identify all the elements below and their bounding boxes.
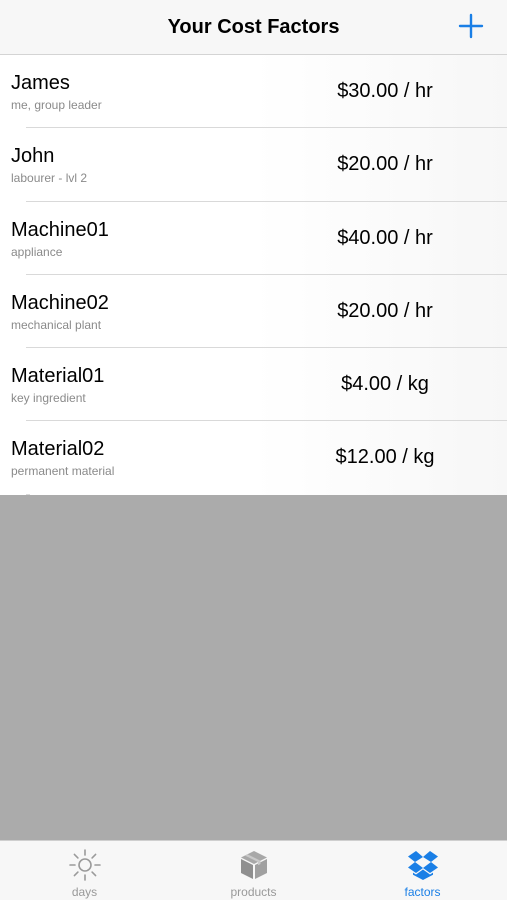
factor-rate: $40.00 / hr [337, 226, 433, 249]
factor-rate: $30.00 / hr [337, 80, 433, 102]
factor-rate: $20.00 / hr [337, 153, 433, 176]
list-item[interactable]: Material01 key ingredient $4.00 / kg [0, 348, 507, 422]
box-icon [240, 851, 267, 879]
list-item[interactable]: Material02 permanent material $12.00 / k… [0, 421, 507, 495]
factor-subtitle: me, group leader [11, 98, 102, 112]
factor-name: John [11, 145, 55, 168]
factor-subtitle: appliance [11, 244, 63, 259]
factors-list: James me, group leader $30.00 / hr John … [0, 55, 507, 495]
tab-label: days [71, 885, 98, 899]
list-item[interactable]: Machine01 appliance $40.00 / hr [0, 201, 507, 275]
factor-subtitle: labourer - lvl 2 [11, 171, 88, 186]
factor-name: Machine02 [11, 291, 109, 314]
navigation-bar: Your Cost Factors [0, 0, 507, 55]
tab-products[interactable]: products [169, 841, 338, 900]
factor-rate: $20.00 / hr [337, 299, 433, 322]
sun-icon [68, 849, 101, 881]
tab-bar: days products factors [0, 840, 507, 900]
factor-name: Machine01 [11, 218, 109, 241]
row-separator [26, 493, 30, 495]
factor-rate: $12.00 / kg [335, 446, 435, 469]
dropbox-icon [407, 851, 438, 880]
factor-name: James [11, 72, 70, 94]
tab-days[interactable]: days [0, 841, 169, 900]
factor-subtitle: mechanical plant [11, 317, 102, 332]
tab-label: products [230, 885, 277, 899]
list-item[interactable]: Machine02 mechanical plant $20.00 / hr [0, 274, 507, 349]
list-item[interactable]: John labourer - lvl 2 $20.00 / hr [0, 128, 507, 202]
factor-subtitle: key ingredient [11, 391, 86, 406]
tab-factors[interactable]: factors [338, 841, 507, 900]
factor-name: Material02 [11, 438, 105, 461]
add-icon[interactable] [457, 12, 485, 40]
tab-label: factors [404, 885, 441, 899]
factor-rate: $4.00 / kg [341, 373, 429, 396]
factor-name: Material01 [11, 365, 105, 388]
factor-subtitle: permanent material [11, 464, 115, 479]
page-title: Your Cost Factors [167, 15, 340, 38]
list-item[interactable]: James me, group leader $30.00 / hr [0, 55, 507, 129]
